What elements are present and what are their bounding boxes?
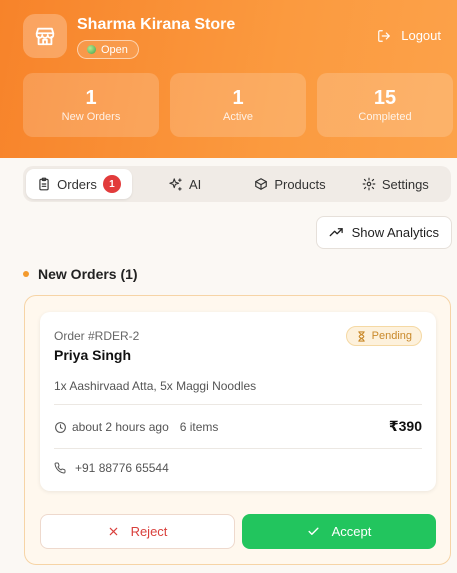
- customer-name: Priya Singh: [54, 347, 132, 363]
- store-icon: [23, 14, 67, 58]
- store-status-label: Open: [101, 43, 128, 56]
- tab-settings[interactable]: Settings: [343, 169, 448, 199]
- stat-label: New Orders: [61, 111, 121, 123]
- reject-label: Reject: [130, 524, 168, 539]
- stat-label: Completed: [358, 111, 412, 123]
- order-card[interactable]: Order #RDER-2 Priya Singh Pending 1x Aas…: [40, 312, 436, 491]
- stat-active: 1 Active: [170, 73, 306, 137]
- clock-icon: [55, 421, 66, 433]
- clipboard-icon: [39, 177, 49, 191]
- status-dot-icon: [87, 45, 96, 54]
- stat-new-orders: 1 New Orders: [23, 73, 159, 137]
- accept-label: Accept: [331, 524, 372, 539]
- stat-value: 1: [232, 87, 244, 109]
- order-actions: Reject Accept: [40, 514, 436, 549]
- show-analytics-button[interactable]: Show Analytics: [315, 216, 452, 249]
- divider: [54, 404, 422, 405]
- tab-ai[interactable]: AI: [132, 169, 237, 199]
- order-time: about 2 hours ago: [72, 420, 169, 434]
- accept-button[interactable]: Accept: [242, 514, 436, 549]
- stat-value: 1: [85, 87, 97, 109]
- item-count: 6 items: [179, 420, 219, 434]
- status-label: Pending: [371, 330, 412, 342]
- new-orders-heading: New Orders (1): [23, 266, 138, 282]
- stat-label: Active: [223, 111, 253, 123]
- store-name: Sharma Kirana Store: [77, 16, 236, 33]
- orders-count-badge: 1: [102, 175, 121, 193]
- stat-value: 15: [373, 87, 397, 109]
- logout-label: Logout: [401, 28, 441, 43]
- hourglass-icon: [357, 330, 365, 342]
- tab-label: Settings: [381, 176, 429, 192]
- main-tabs: Orders 1 AI Products Settings: [23, 166, 451, 202]
- store-header: Sharma Kirana Store Open Logout 1 New Or…: [0, 0, 457, 158]
- order-container: Order #RDER-2 Priya Singh Pending 1x Aas…: [24, 295, 451, 565]
- order-total: ₹390: [388, 418, 422, 434]
- logout-icon: [378, 29, 391, 42]
- tab-label: Orders: [57, 176, 97, 192]
- box-icon: [255, 178, 268, 190]
- sparkles-icon: [169, 177, 182, 191]
- show-analytics-label: Show Analytics: [351, 225, 439, 240]
- section-dot-icon: [23, 271, 29, 277]
- stats-row: 1 New Orders 1 Active 15 Completed: [23, 73, 453, 137]
- phone-number: +91 88776 65544: [75, 461, 169, 475]
- store-status-badge[interactable]: Open: [77, 40, 139, 59]
- section-title: New Orders (1): [38, 266, 138, 282]
- order-meta: about 2 hours ago 6 items: [54, 420, 218, 434]
- gear-icon: [362, 177, 376, 191]
- status-badge: Pending: [345, 326, 422, 346]
- check-icon: [308, 527, 319, 535]
- order-items: 1x Aashirvaad Atta, 5x Maggi Noodles: [54, 379, 257, 393]
- phone-icon: [54, 462, 66, 474]
- x-icon: [109, 527, 117, 536]
- logout-button[interactable]: Logout: [377, 28, 441, 43]
- tab-orders[interactable]: Orders 1: [26, 169, 132, 199]
- stat-completed: 15 Completed: [317, 73, 453, 137]
- customer-phone[interactable]: +91 88776 65544: [54, 461, 169, 475]
- trending-up-icon: [329, 228, 343, 237]
- tab-products[interactable]: Products: [237, 169, 342, 199]
- tab-label: Products: [274, 176, 326, 192]
- divider: [54, 448, 422, 449]
- reject-button[interactable]: Reject: [40, 514, 235, 549]
- tab-label: AI: [189, 176, 202, 192]
- order-id: Order #RDER-2: [54, 329, 140, 343]
